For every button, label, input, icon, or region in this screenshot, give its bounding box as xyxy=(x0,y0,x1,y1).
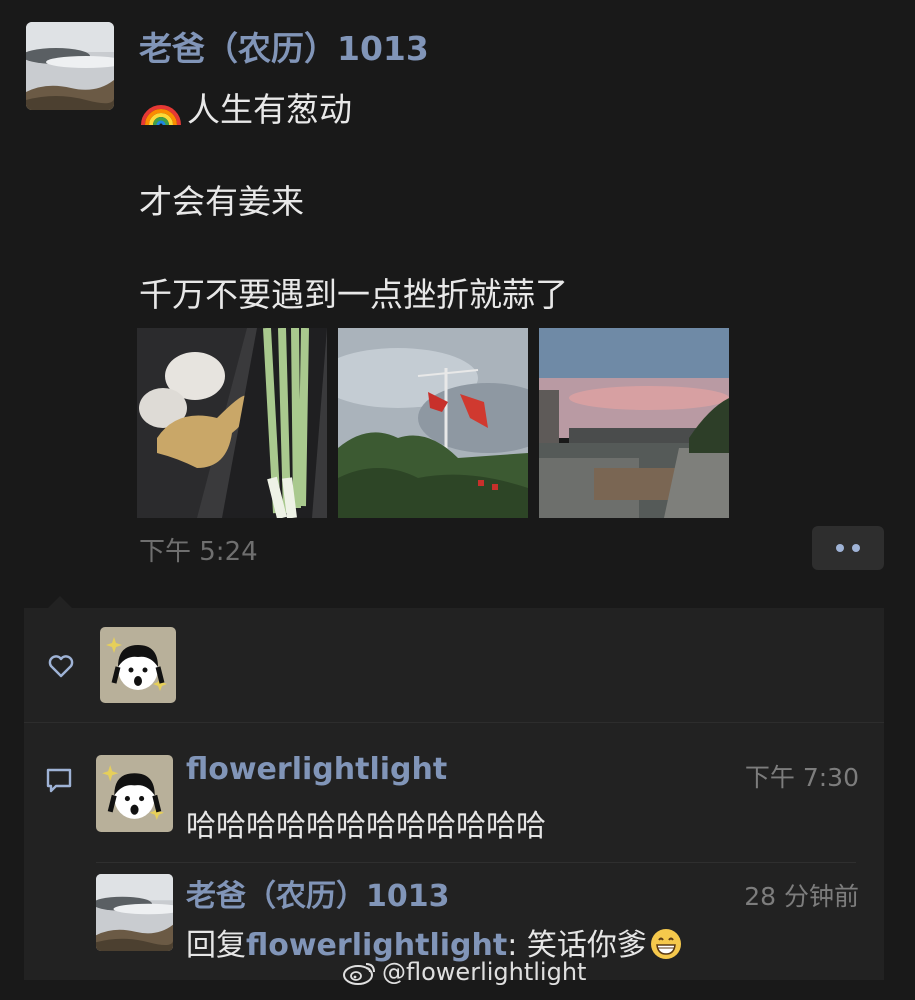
commenter-avatar[interactable] xyxy=(96,755,173,832)
post-line-2: 才会有姜来 xyxy=(139,182,304,221)
comment-text: 哈哈哈哈哈哈哈哈哈哈哈哈 xyxy=(186,809,546,844)
rainbow-icon xyxy=(141,105,181,126)
dot-icon xyxy=(836,544,844,552)
liker-avatar[interactable] xyxy=(100,627,176,703)
post-line-text: 人生有葱动 xyxy=(187,90,352,129)
reply-prefix: 回复 xyxy=(186,928,246,963)
reply-author-avatar[interactable] xyxy=(96,874,173,951)
post-line-3: 千万不要遇到一点挫折就蒜了 xyxy=(139,275,568,314)
post-line-1: 人生有葱动 xyxy=(139,83,352,131)
likes-divider xyxy=(24,722,884,723)
more-actions-button[interactable] xyxy=(812,526,884,570)
watermark-handle: @flowerlightlight xyxy=(382,958,587,986)
weibo-logo-icon xyxy=(343,963,375,985)
grinning-face-icon xyxy=(650,929,681,959)
photo-sunset-river[interactable] xyxy=(539,328,729,518)
reply-author-name[interactable]: 老爸（农历）1013 xyxy=(186,871,450,915)
photo-garlic-ginger-scallion[interactable] xyxy=(137,328,327,518)
comment-time: 下午 7:30 xyxy=(744,763,859,792)
dot-icon xyxy=(852,544,860,552)
author-name[interactable]: 老爸（农历）1013 xyxy=(139,22,429,70)
author-avatar[interactable] xyxy=(26,22,114,110)
panel-pointer xyxy=(48,596,72,608)
comment-icon xyxy=(46,768,72,793)
comment-divider xyxy=(96,862,856,863)
weibo-watermark: @flowerlightlight xyxy=(342,958,586,986)
post-timestamp: 下午 5:24 xyxy=(139,537,258,567)
heart-icon xyxy=(48,655,74,678)
comment-author-name[interactable]: flowerlightlight xyxy=(186,752,447,787)
reply-time: 28 分钟前 xyxy=(744,882,859,911)
photo-flagpole[interactable] xyxy=(338,328,528,518)
